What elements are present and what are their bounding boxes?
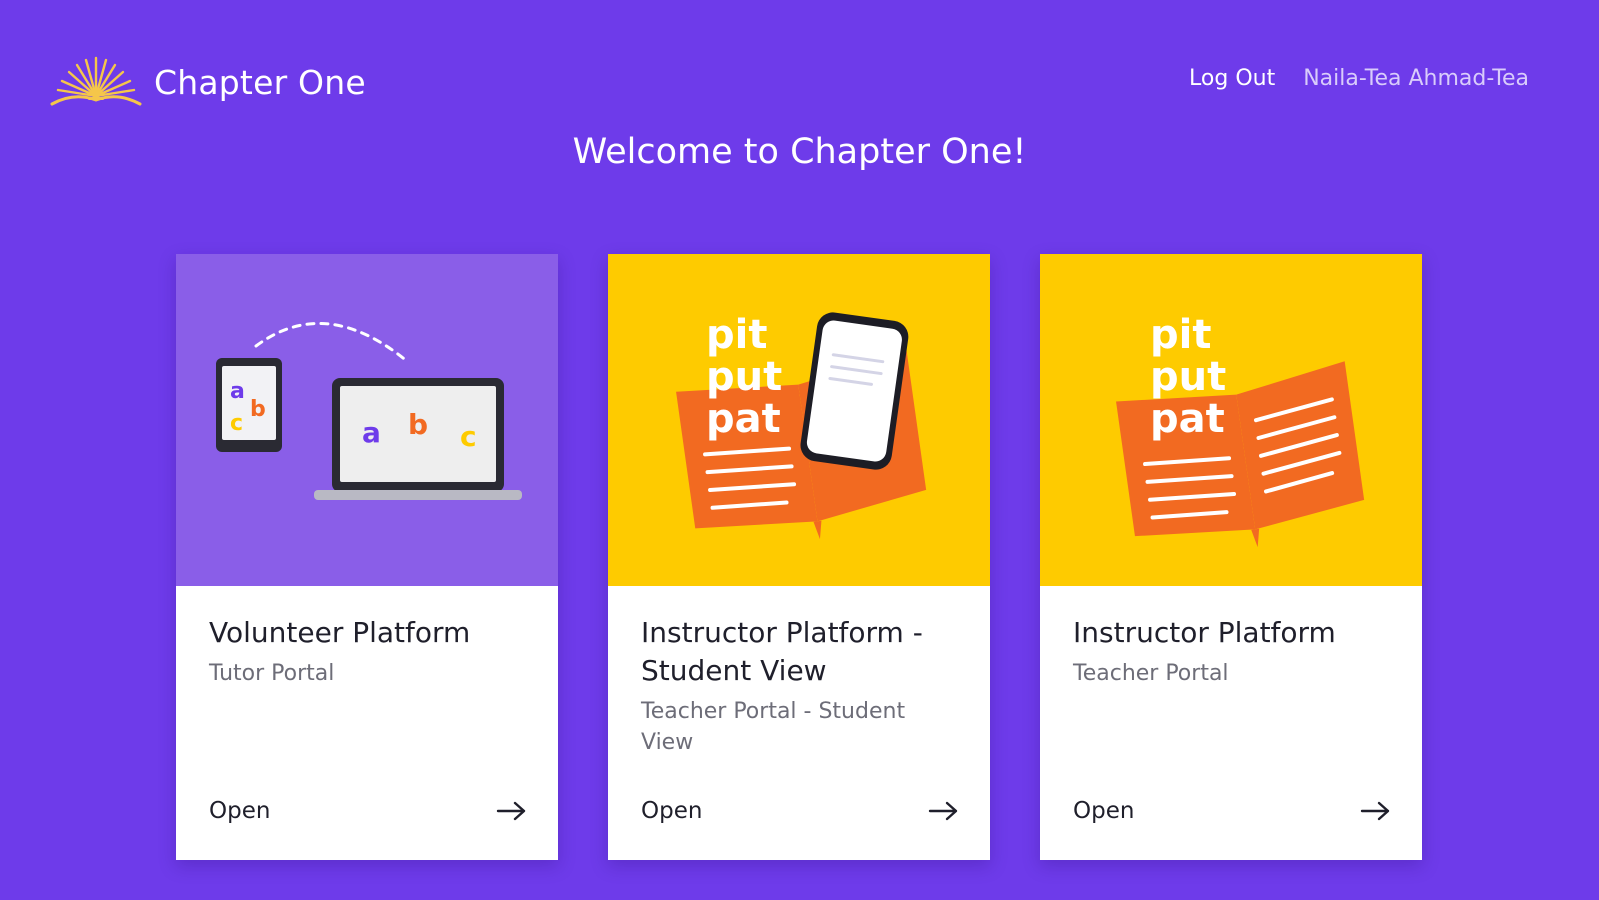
devices-illustration-icon: a b c a b c xyxy=(176,254,558,586)
word-put: put xyxy=(1150,354,1226,400)
word-put: put xyxy=(706,354,782,400)
card-body: Volunteer Platform Tutor Portal xyxy=(209,614,528,689)
book-phone-illustration-icon: pit put pat xyxy=(608,254,990,586)
word-pat: pat xyxy=(706,396,781,442)
arrow-right-icon[interactable] xyxy=(928,800,960,822)
brand-name: Chapter One xyxy=(154,62,366,102)
letter-a: a xyxy=(362,416,381,449)
card-footer: Open xyxy=(641,798,960,824)
card-footer: Open xyxy=(1073,798,1392,824)
page-title: Welcome to Chapter One! xyxy=(572,132,1027,172)
word-pat: pat xyxy=(1150,396,1225,442)
letter-c: c xyxy=(460,420,477,453)
card-subtitle: Teacher Portal - Student View xyxy=(641,699,906,755)
word-pit: pit xyxy=(706,312,767,358)
card-title: Instructor Platform xyxy=(1073,616,1336,649)
letter-c: c xyxy=(230,411,243,436)
logout-link[interactable]: Log Out xyxy=(1189,66,1275,91)
platform-cards: a b c a b c Volunteer Platform Tutor Por… xyxy=(176,254,1422,860)
card-subtitle: Tutor Portal xyxy=(209,661,335,686)
card-body: Instructor Platform Teacher Portal xyxy=(1073,614,1392,689)
top-nav: Log Out Naila-Tea Ahmad-Tea xyxy=(1189,66,1529,91)
letter-b: b xyxy=(250,397,266,422)
card-subtitle: Teacher Portal xyxy=(1073,661,1229,686)
card-title: Instructor Platform - Student View xyxy=(641,616,923,687)
brand[interactable]: Chapter One xyxy=(50,54,366,110)
open-link[interactable]: Open xyxy=(1073,798,1134,824)
open-link[interactable]: Open xyxy=(641,798,702,824)
card-title: Volunteer Platform xyxy=(209,616,471,649)
letter-b: b xyxy=(408,408,428,441)
word-pit: pit xyxy=(1150,312,1211,358)
platform-card-instructor[interactable]: pit put pat Instructor Platform Teacher … xyxy=(1040,254,1422,860)
arrow-right-icon[interactable] xyxy=(496,800,528,822)
open-link[interactable]: Open xyxy=(209,798,270,824)
card-footer: Open xyxy=(209,798,528,824)
user-name: Naila-Tea Ahmad-Tea xyxy=(1303,66,1529,91)
letter-a: a xyxy=(230,379,245,404)
arrow-right-icon[interactable] xyxy=(1360,800,1392,822)
platform-card-volunteer[interactable]: a b c a b c Volunteer Platform Tutor Por… xyxy=(176,254,558,860)
sunrise-logo-icon xyxy=(50,56,142,106)
platform-card-student-view[interactable]: pit put pat Instructor Platform - Studen… xyxy=(608,254,990,860)
card-body: Instructor Platform - Student View Teach… xyxy=(641,614,960,758)
header: Chapter One Log Out Naila-Tea Ahmad-Tea xyxy=(0,0,1599,130)
book-illustration-icon: pit put pat xyxy=(1040,254,1422,586)
